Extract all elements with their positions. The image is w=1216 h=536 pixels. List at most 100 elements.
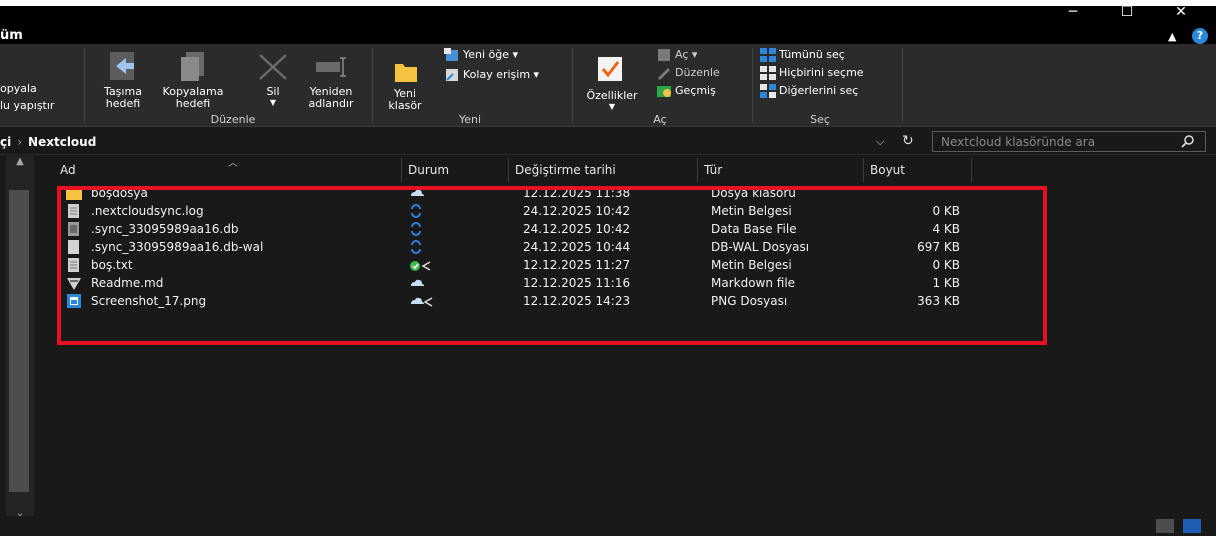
file-name: Readme.md — [91, 276, 164, 290]
large-icons-view-icon[interactable] — [1183, 519, 1201, 533]
address-bar: çi › Nextcloud ⌵ ↻ — [0, 129, 1216, 155]
search-input[interactable] — [932, 131, 1206, 152]
file-modified: 24.12.2025 10:44 — [523, 240, 631, 254]
select-all-label: Tümünü seç — [779, 48, 845, 61]
column-header-modified[interactable]: Değiştirme tarihi — [509, 158, 698, 182]
status-sync-icon — [411, 222, 421, 236]
status-synced-shared-icon — [410, 261, 431, 271]
ribbon: opyala lu yapıştır Taşıma hedefi Kopyala… — [0, 44, 1216, 127]
ribbon-separator — [84, 48, 85, 122]
column-header-size[interactable]: Boyut — [864, 158, 972, 182]
copy-to-label-2: hedefi — [175, 97, 211, 110]
breadcrumb-arrow-icon[interactable]: › — [17, 135, 22, 149]
status-cloud-icon — [411, 279, 424, 286]
sort-ascending-icon: ︿ — [228, 158, 238, 169]
status-sync-icon — [411, 240, 421, 254]
history-label: Geçmiş — [675, 84, 716, 97]
help-button[interactable]: ? — [1192, 28, 1208, 44]
open-icon — [658, 49, 670, 61]
select-all-icon — [760, 48, 776, 62]
select-none-button[interactable]: Hiçbirini seçme — [760, 66, 864, 80]
select-none-icon — [760, 66, 776, 80]
status-sync-icon — [411, 204, 421, 218]
file-name: boş.txt — [91, 258, 133, 272]
group-label-open: Aç — [653, 113, 667, 126]
file-modified: 24.12.2025 10:42 — [523, 204, 631, 218]
generic-file-icon — [68, 240, 79, 254]
file-type: Metin Belgesi — [711, 204, 792, 218]
new-folder-label-2: klasör — [388, 99, 422, 112]
text-file-icon — [68, 204, 79, 218]
new-item-icon — [444, 48, 458, 61]
group-label-new: Yeni — [458, 113, 482, 126]
table-row[interactable]: boşdosya 12.12.2025 11:38 Dosya klasörü — [40, 184, 1040, 202]
column-header-type[interactable]: Tür — [698, 158, 864, 182]
close-button[interactable]: ✕ — [1158, 6, 1204, 22]
open-label: Aç — [675, 48, 689, 61]
database-file-icon — [68, 222, 79, 236]
ribbon-separator — [752, 48, 753, 122]
table-row[interactable]: Screenshot_17.png 12.12.2025 14:23 PNG Dos… — [40, 292, 1040, 310]
properties-icon — [598, 57, 622, 81]
file-name: .nextcloudsync.log — [91, 204, 204, 218]
file-size: 0 KB — [932, 204, 960, 218]
table-row[interactable]: boş.txt 12.12.2025 11:27 Metin Belgesi 0 KB — [40, 256, 1040, 274]
new-folder-label: Yeni — [393, 87, 417, 100]
ribbon-separator — [902, 48, 903, 122]
search-icon[interactable] — [1180, 134, 1196, 150]
move-to-label: Taşıma — [104, 85, 142, 98]
maximize-button[interactable]: ☐ — [1104, 6, 1150, 22]
table-row[interactable]: .sync_33095989aa16.db 24.12.2025 10:42 Dat… — [40, 220, 1040, 238]
details-view-icon[interactable] — [1156, 519, 1174, 533]
collapse-ribbon-icon[interactable]: ▲ — [1168, 30, 1176, 43]
column-header-status[interactable]: Durum — [402, 158, 509, 182]
ribbon-separator — [372, 48, 373, 122]
file-modified: 12.12.2025 11:38 — [523, 186, 631, 200]
easy-access-button[interactable]: Kolay erişim ▾ — [444, 68, 539, 82]
folder-icon — [66, 188, 82, 200]
column-header-modified-label: Değiştirme tarihi — [515, 163, 616, 177]
breadcrumb-current[interactable]: Nextcloud — [28, 135, 96, 149]
edit-button[interactable]: Düzenle — [656, 66, 720, 80]
address-dropdown-icon[interactable]: ⌵ — [876, 135, 884, 149]
new-item-button[interactable]: Yeni öğe ▾ — [444, 48, 518, 62]
select-none-label: Hiçbirini seçme — [779, 66, 864, 79]
explorer-window: ─ ☐ ✕ üm ▲ ? opyala lu yapıştır Taşıma h… — [0, 6, 1216, 536]
invert-selection-icon — [760, 84, 776, 98]
breadcrumb: çi › Nextcloud — [0, 135, 96, 149]
breadcrumb-parent[interactable]: çi — [0, 135, 11, 149]
folder-icon — [395, 64, 417, 82]
column-header-status-label: Durum — [408, 163, 450, 177]
file-type: PNG Dosyası — [711, 294, 788, 308]
file-type: Markdown file — [711, 276, 796, 290]
copy-button[interactable]: opyala — [0, 82, 37, 95]
file-size: 0 KB — [932, 258, 960, 272]
refresh-icon[interactable]: ↻ — [902, 133, 914, 149]
column-header-name-label: Ad — [60, 163, 76, 177]
invert-selection-button[interactable]: Diğerlerini seç — [760, 84, 858, 98]
table-row[interactable]: Readme.md 12.12.2025 11:16 Markdown file 1 … — [40, 274, 1040, 292]
minimize-button[interactable]: ─ — [1050, 6, 1096, 22]
scroll-thumb[interactable] — [9, 190, 29, 492]
ribbon-tab-view[interactable]: üm — [0, 28, 23, 43]
file-name: boşdosya — [91, 186, 148, 200]
history-button[interactable]: Geçmiş — [656, 84, 716, 98]
file-size: 1 KB — [932, 276, 960, 290]
edit-icon — [658, 68, 670, 80]
file-modified: 24.12.2025 10:42 — [523, 222, 631, 236]
file-modified: 12.12.2025 14:23 — [523, 294, 631, 308]
table-row[interactable]: .sync_33095989aa16.db-wal 24.12.2025 10:4… — [40, 238, 1040, 256]
status-cloud-icon — [411, 189, 424, 196]
table-row[interactable]: .nextcloudsync.log 24.12.2025 10:42 Metin … — [40, 202, 1040, 220]
file-name: .sync_33095989aa16.db-wal — [91, 240, 264, 254]
scroll-up-icon[interactable]: ▲ — [6, 156, 34, 172]
delete-icon — [259, 54, 287, 80]
select-all-button[interactable]: Tümünü seç — [760, 48, 845, 62]
chevron-down-icon: ▼ — [608, 102, 616, 111]
open-button[interactable]: Aç ▾ — [656, 48, 697, 62]
paste-shortcut-button[interactable]: lu yapıştır — [0, 99, 54, 112]
group-label-organize: Düzenle — [210, 113, 256, 126]
text-file-icon — [68, 258, 79, 272]
file-size: 4 KB — [932, 222, 960, 236]
copy-to-label: Kopyalama — [162, 85, 224, 98]
